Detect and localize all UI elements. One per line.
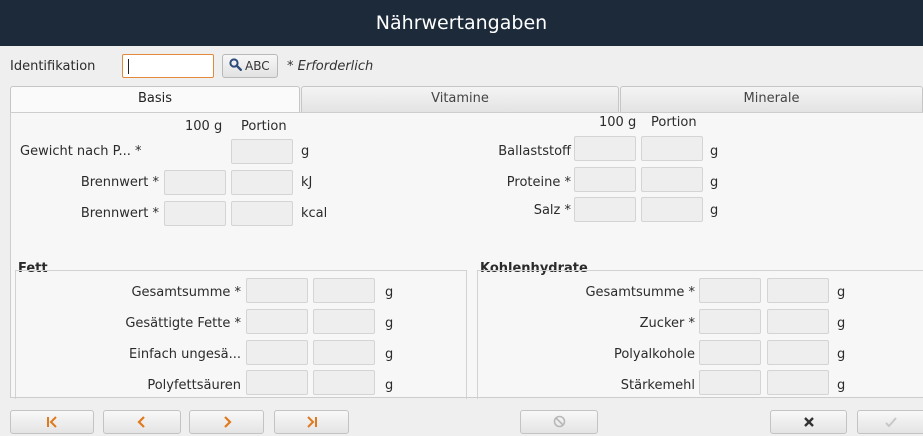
identification-row: Identifikation ABC * Erforderlich [0,52,923,80]
brennwert-kj-portion-field[interactable] [231,170,293,195]
window-title: Nährwertangaben [0,0,923,46]
identification-input[interactable] [122,54,214,78]
gewicht-portion-field[interactable] [231,139,293,164]
tab-minerale[interactable]: Minerale [620,86,923,112]
poly-portion-field[interactable] [313,370,375,395]
unit-gesaettigte: g [385,316,394,331]
kh-gesamt-portion-field[interactable] [767,278,829,303]
salz-portion-field[interactable] [641,197,703,222]
unit-zucker: g [837,316,846,331]
tab-basis[interactable]: Basis [10,86,300,113]
ballaststoff-portion-field[interactable] [641,136,703,161]
checkmark-icon [884,414,898,429]
unit-ballaststoff: g [710,144,719,159]
label-einfach-ungesaettigt: Einfach ungesä... [129,347,241,362]
tab-vitamine[interactable]: Vitamine [301,86,619,112]
delete-icon [803,414,815,429]
header-100g-right: 100 g [599,115,637,130]
previous-record-button[interactable] [103,410,181,434]
unit-proteine: g [710,175,719,190]
unit-einfach: g [385,347,394,362]
previous-record-icon [136,414,148,429]
zucker-100g-field[interactable] [699,309,761,334]
unit-gewicht: g [301,144,310,159]
header-portion: Portion [241,119,287,134]
kh-gesamt-100g-field[interactable] [699,278,761,303]
last-record-button[interactable] [274,410,349,434]
poly-100g-field[interactable] [246,370,308,395]
label-brennwert-kj: Brennwert * [80,175,159,190]
unit-salz: g [710,203,719,218]
cancel-button[interactable] [520,410,598,434]
bottom-toolbar [0,402,923,436]
ok-button[interactable] [857,410,923,434]
label-proteine: Proteine * [506,175,571,190]
abc-search-button[interactable]: ABC [222,54,278,78]
einfach-100g-field[interactable] [246,340,308,365]
unit-fett-gesamt: g [385,285,394,300]
first-record-button[interactable] [10,410,94,434]
cancel-icon [553,414,566,429]
brennwert-kcal-100g-field[interactable] [164,201,226,226]
unit-poly: g [385,378,394,393]
label-zucker: Zucker * [639,316,695,331]
label-staerkemehl: Stärkemehl [620,378,695,393]
label-salz: Salz * [533,203,571,218]
unit-staerkemehl: g [837,378,846,393]
unit-kcal: kcal [301,206,328,221]
identification-label: Identifikation [10,59,96,74]
next-record-button[interactable] [189,410,264,434]
gesaettigte-100g-field[interactable] [246,309,308,334]
label-brennwert-kcal: Brennwert * [80,206,159,221]
abc-label: ABC [245,59,270,73]
label-polyfettsaeuren: Polyfettsäuren [147,378,241,393]
einfach-portion-field[interactable] [313,340,375,365]
proteine-portion-field[interactable] [641,167,703,192]
staerkemehl-portion-field[interactable] [767,370,829,395]
proteine-100g-field[interactable] [574,167,636,192]
text-caret [128,59,129,74]
last-record-icon [305,414,319,429]
salz-100g-field[interactable] [574,197,636,222]
zucker-portion-field[interactable] [767,309,829,334]
next-record-icon [221,414,233,429]
header-portion-right: Portion [651,115,697,130]
header-100g: 100 g [185,119,223,134]
tab-bar: Basis Vitamine Minerale [10,86,923,113]
unit-polyalkohole: g [837,347,846,362]
ballaststoff-100g-field[interactable] [574,136,636,161]
first-record-icon [45,414,59,429]
unit-kj: kJ [301,175,313,190]
delete-button[interactable] [770,410,847,434]
label-fett-gesamt: Gesamtsumme * [131,285,241,300]
label-ballaststoff: Ballaststoff [498,144,571,159]
required-note: * Erforderlich [287,59,374,74]
polyalkohole-100g-field[interactable] [699,340,761,365]
label-polyalkohole: Polyalkohole [613,347,695,362]
polyalkohole-portion-field[interactable] [767,340,829,365]
fett-gesamt-portion-field[interactable] [313,278,375,303]
staerkemehl-100g-field[interactable] [699,370,761,395]
magnifier-icon [229,56,243,78]
label-kh-gesamt: Gesamtsumme * [585,285,695,300]
gesaettigte-portion-field[interactable] [313,309,375,334]
brennwert-kj-100g-field[interactable] [164,170,226,195]
label-gewicht: Gewicht nach P... * [20,144,142,159]
label-gesaettigte-fette: Gesättigte Fette * [125,316,241,331]
fett-gesamt-100g-field[interactable] [246,278,308,303]
basis-panel: 100 g Portion Gewicht nach P... * g Bren… [10,112,923,399]
unit-kh-gesamt: g [837,285,846,300]
brennwert-kcal-portion-field[interactable] [231,201,293,226]
